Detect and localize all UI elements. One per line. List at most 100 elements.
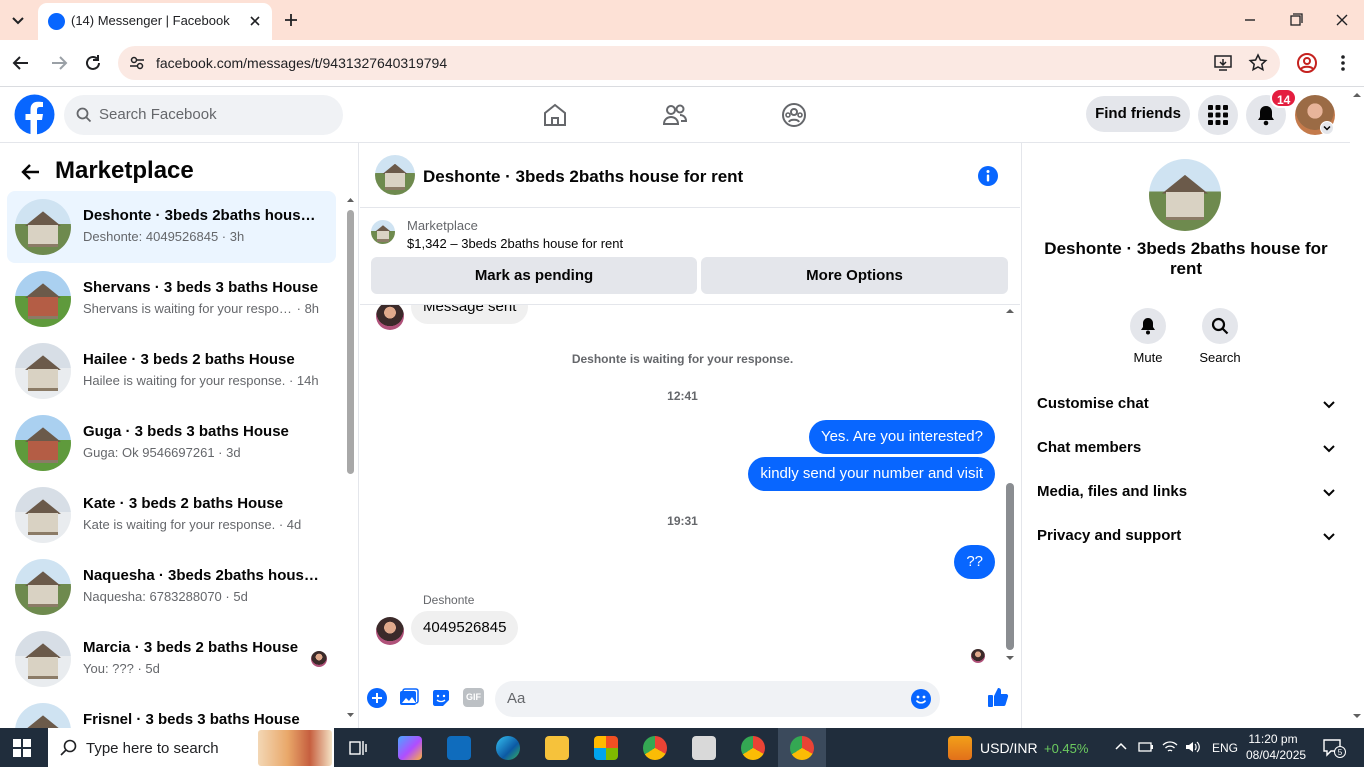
search-highlight-image (258, 730, 332, 766)
privacy-support-section[interactable]: Privacy and support (1037, 521, 1337, 551)
minimize-icon[interactable] (1240, 10, 1260, 30)
profile-icon[interactable] (1296, 52, 1318, 74)
timestamp: 19:31 (667, 514, 698, 528)
chat-title[interactable]: Deshonte · 3beds 2baths house for rent (423, 167, 743, 187)
back-icon[interactable] (10, 52, 32, 74)
outlook-icon[interactable] (447, 736, 471, 760)
chevron-down-icon (1321, 528, 1337, 544)
battery-icon[interactable] (1138, 740, 1154, 754)
microsoft-store-icon[interactable] (594, 736, 618, 760)
chat-scroll-down-icon[interactable] (1005, 653, 1015, 663)
conversation-item[interactable]: Shervans · 3 beds 3 baths House Shervans… (7, 263, 336, 335)
chrome-active-icon[interactable] (790, 736, 814, 760)
separator: · (293, 301, 305, 316)
waiting-notice: Deshonte is waiting for your response. (571, 352, 794, 366)
conversation-item[interactable]: Guga · 3 beds 3 baths House Guga: Ok 954… (7, 407, 336, 479)
more-options-button[interactable]: More Options (701, 257, 1008, 294)
task-view-icon[interactable] (348, 738, 368, 758)
separator: · (285, 373, 297, 388)
sticker-icon[interactable] (431, 688, 451, 708)
chat-profile-name: Deshonte · 3beds 2baths house for rent (1044, 239, 1328, 278)
bell-icon (1130, 308, 1166, 344)
facebook-logo-icon[interactable] (14, 94, 55, 135)
groups-icon[interactable] (780, 101, 808, 129)
conversation-item[interactable]: Naquesha · 3beds 2baths house for rent N… (7, 551, 336, 623)
gif-icon[interactable]: GIF (463, 688, 484, 707)
account-chevron-icon[interactable] (1320, 121, 1334, 135)
tab-search-chevron-icon[interactable] (8, 10, 28, 30)
tray-chevron-icon[interactable] (1114, 740, 1128, 754)
file-explorer-icon[interactable] (545, 736, 569, 760)
customise-chat-section[interactable]: Customise chat (1037, 389, 1337, 419)
language-indicator[interactable]: ENG (1212, 741, 1238, 755)
url-text[interactable]: facebook.com/messages/t/9431327640319794 (156, 55, 447, 71)
back-arrow-icon[interactable] (20, 161, 42, 183)
wifi-icon[interactable] (1162, 740, 1178, 754)
volume-icon[interactable] (1185, 740, 1201, 754)
page-scrollbar[interactable] (1350, 87, 1364, 728)
browser-tab[interactable]: (14) Messenger | Facebook (38, 3, 272, 40)
photos-app-icon[interactable] (692, 736, 716, 760)
copilot-icon[interactable] (398, 736, 422, 760)
menu-grid-button[interactable] (1198, 95, 1238, 135)
reload-icon[interactable] (82, 52, 104, 74)
media-files-links-section[interactable]: Media, files and links (1037, 477, 1337, 507)
site-info-icon[interactable] (128, 54, 146, 72)
chat-profile-picture[interactable] (1149, 159, 1221, 231)
restore-icon[interactable] (1286, 10, 1306, 30)
message-input[interactable]: Aa (495, 681, 940, 717)
chat-scroll-up-icon[interactable] (1005, 306, 1015, 316)
message-bubble-incoming: 4049526845 (411, 611, 519, 645)
scrollbar-thumb[interactable] (347, 210, 354, 474)
chat-avatar[interactable] (375, 155, 415, 195)
currency-ticker[interactable]: USD/INR (980, 740, 1038, 756)
clock-date[interactable]: 08/04/2025 (1246, 748, 1306, 762)
browser-menu-icon[interactable] (1333, 52, 1353, 74)
conversation-name: Kate · 3 beds 2 baths House (83, 495, 284, 512)
bookmark-star-icon[interactable] (1248, 53, 1268, 73)
conversation-name: Deshonte · 3beds 2baths house for rent (83, 207, 323, 224)
windows-start-icon[interactable] (13, 739, 31, 757)
mute-action[interactable]: Mute (1118, 308, 1178, 365)
search-facebook-input[interactable]: Search Facebook (64, 95, 343, 135)
forward-icon[interactable] (48, 52, 70, 74)
chrome-icon[interactable] (643, 736, 667, 760)
conversation-list-panel: Marketplace Deshonte · 3beds 2baths hous… (0, 143, 359, 728)
conversation-item[interactable]: Marcia · 3 beds 2 baths House You: ??? ·… (7, 623, 336, 695)
conversation-name: Shervans · 3 beds 3 baths House (83, 279, 319, 296)
chrome-profile-icon[interactable] (741, 736, 765, 760)
conversation-item[interactable]: Kate · 3 beds 2 baths House Kate is wait… (7, 479, 336, 551)
omnibox[interactable]: facebook.com/messages/t/9431327640319794 (118, 46, 1280, 80)
tab-close-icon[interactable] (246, 12, 264, 30)
like-icon[interactable] (987, 686, 1009, 708)
marketplace-title: Marketplace (55, 157, 194, 184)
listing-thumbnail[interactable] (371, 220, 395, 244)
new-tab-icon[interactable] (281, 10, 301, 30)
conversation-item[interactable]: Hailee · 3 beds 2 baths House Hailee is … (7, 335, 336, 407)
install-app-icon[interactable] (1214, 54, 1232, 72)
find-friends-button[interactable]: Find friends (1086, 96, 1190, 132)
conversation-item[interactable]: Frisnel · 3 beds 3 baths House (7, 695, 336, 728)
conversation-item[interactable]: Deshonte · 3beds 2baths house for rent D… (7, 191, 336, 263)
timestamp: 12:41 (667, 389, 698, 403)
photo-icon[interactable] (399, 688, 419, 708)
search-in-chat-action[interactable]: Search (1190, 308, 1250, 365)
listing-price-title[interactable]: $1,342 – 3beds 2baths house for rent (407, 236, 623, 251)
conversation-time: 8h (304, 301, 320, 316)
plus-icon[interactable] (367, 688, 387, 708)
emoji-icon[interactable] (911, 689, 931, 709)
mute-label: Mute (1133, 350, 1163, 365)
friends-icon[interactable] (661, 101, 689, 129)
address-bar-row: facebook.com/messages/t/9431327640319794 (0, 40, 1364, 87)
info-icon[interactable] (977, 165, 999, 187)
currency-widget-icon[interactable] (948, 736, 972, 760)
close-window-icon[interactable] (1332, 10, 1352, 30)
home-icon[interactable] (541, 101, 569, 129)
chat-scrollbar-thumb[interactable] (1006, 483, 1014, 650)
edge-icon[interactable] (496, 736, 520, 760)
chat-members-section[interactable]: Chat members (1037, 433, 1337, 463)
taskbar-search-box[interactable]: Type here to search (48, 728, 334, 767)
notification-center-icon[interactable]: 5 (1322, 738, 1346, 758)
mark-as-pending-button[interactable]: Mark as pending (371, 257, 697, 294)
clock-time[interactable]: 11:20 pm (1246, 732, 1300, 746)
